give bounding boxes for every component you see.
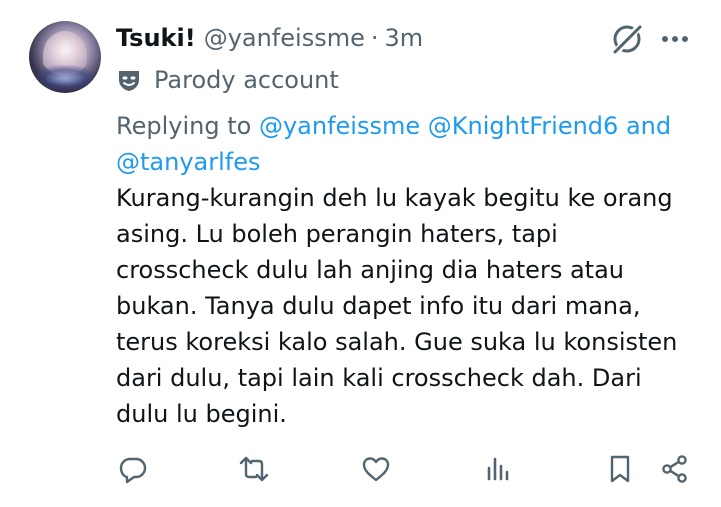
replying-prefix: Replying to — [116, 112, 252, 140]
views-button[interactable] — [478, 450, 518, 492]
user-handle[interactable]: @yanfeissme — [204, 24, 365, 52]
bookmark-button[interactable] — [600, 450, 640, 492]
avatar-glow — [33, 65, 97, 91]
parody-badge: Parody account — [116, 64, 339, 96]
views-icon — [483, 454, 513, 488]
mention-and[interactable]: and — [626, 112, 671, 140]
reply-button[interactable] — [113, 450, 153, 492]
parody-label: Parody account — [154, 66, 339, 94]
post-line: asing. Lu boleh perangin haters, tapi — [116, 220, 558, 248]
repost-button[interactable] — [234, 450, 274, 492]
post-line: Kurang-kurangin deh lu kayak begitu ke o… — [116, 184, 673, 212]
parody-mask-icon — [116, 67, 142, 93]
mention-link[interactable]: @tanyarlfes — [116, 148, 261, 176]
post-text: Kurang-kurangin deh lu kayak begitu ke o… — [116, 180, 706, 432]
bookmark-icon — [605, 454, 635, 488]
repost-icon — [239, 454, 269, 488]
like-icon — [361, 454, 391, 488]
more-icon[interactable] — [660, 26, 690, 52]
post-line: dulu lu begini. — [116, 400, 287, 428]
action-bar — [0, 450, 721, 492]
replying-to: Replying to @yanfeissme @KnightFriend6 a… — [116, 108, 696, 180]
post-line: bukan. Tanya dulu dapet info itu dari ma… — [116, 292, 641, 320]
separator-dot: · — [370, 24, 379, 52]
post-line: crosscheck dulu lah anjing dia haters at… — [116, 256, 624, 284]
reply-icon — [118, 454, 148, 488]
grok-icon[interactable] — [610, 22, 644, 56]
post-line: dari dulu, tapi lain kali crosscheck dah… — [116, 364, 642, 392]
mention-link[interactable]: @yanfeissme — [259, 112, 420, 140]
avatar[interactable] — [29, 21, 101, 93]
display-name[interactable]: Tsuki! — [116, 24, 196, 52]
post-line: terus koreksi kalo salah. Gue suka lu ko… — [116, 328, 678, 356]
share-button[interactable] — [655, 450, 695, 492]
like-button[interactable] — [356, 450, 396, 492]
post-time[interactable]: 3m — [384, 24, 423, 52]
mention-link[interactable]: @KnightFriend6 — [428, 112, 619, 140]
post-header: Tsuki! @yanfeissme · 3m — [116, 22, 423, 54]
share-icon — [660, 454, 690, 488]
